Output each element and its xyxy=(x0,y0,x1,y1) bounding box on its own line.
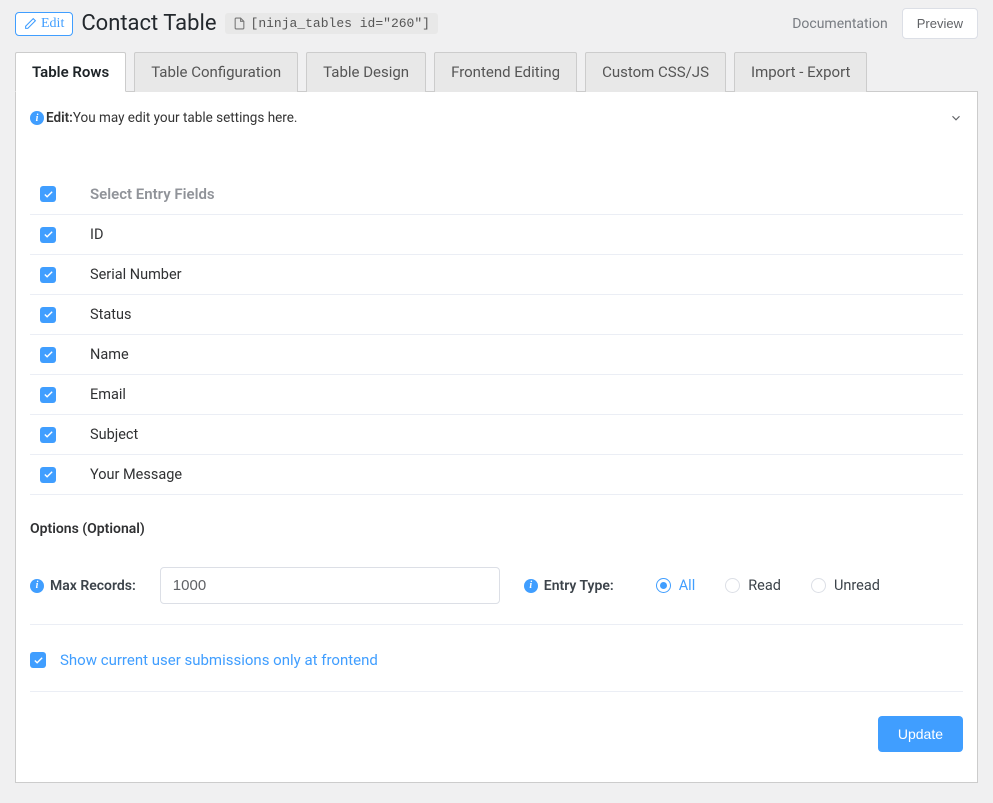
field-label: Name xyxy=(90,346,129,363)
radio-icon xyxy=(725,578,740,593)
field-label: Email xyxy=(90,386,126,403)
actions-row: Update xyxy=(30,716,963,752)
preview-button[interactable]: Preview xyxy=(902,8,978,39)
entry-type-read[interactable]: Read xyxy=(725,577,781,594)
tab-table-configuration[interactable]: Table Configuration xyxy=(134,52,298,92)
field-checkbox[interactable] xyxy=(40,467,56,483)
field-row: Subject xyxy=(30,415,963,455)
update-button[interactable]: Update xyxy=(878,716,963,752)
tabs-nav: Table Rows Table Configuration Table Des… xyxy=(15,51,978,92)
edit-title-button[interactable]: Edit xyxy=(15,12,73,36)
options-title: Options (Optional) xyxy=(30,521,963,537)
edit-hint[interactable]: i Edit: You may edit your table settings… xyxy=(30,106,963,132)
edit-hint-bold: Edit: xyxy=(46,110,73,126)
main-panel: i Edit: You may edit your table settings… xyxy=(15,92,978,783)
field-checkbox[interactable] xyxy=(40,307,56,323)
info-icon: i xyxy=(30,111,44,125)
field-row: Your Message xyxy=(30,455,963,495)
fields-header-row: Select Entry Fields xyxy=(30,174,963,215)
max-records-input[interactable] xyxy=(160,567,500,604)
show-current-row: Show current user submissions only at fr… xyxy=(30,651,963,692)
fields-list: Select Entry Fields ID Serial Number Sta… xyxy=(30,174,963,495)
tab-frontend-editing[interactable]: Frontend Editing xyxy=(434,52,577,92)
options-row: i Max Records: i Entry Type: All Read xyxy=(30,555,963,625)
entry-type-label: i Entry Type: xyxy=(524,578,614,594)
entry-type-radio-group: All Read Unread xyxy=(656,577,880,594)
info-icon: i xyxy=(30,579,44,593)
page-header: Edit Contact Table [ninja_tables id="260… xyxy=(15,0,978,51)
show-current-label[interactable]: Show current user submissions only at fr… xyxy=(60,651,378,669)
field-label: ID xyxy=(90,226,103,243)
chevron-down-icon xyxy=(949,111,963,125)
tab-table-rows[interactable]: Table Rows xyxy=(15,52,126,92)
fields-header-label: Select Entry Fields xyxy=(90,185,215,203)
field-checkbox[interactable] xyxy=(40,267,56,283)
radio-icon xyxy=(811,578,826,593)
field-row: Status xyxy=(30,295,963,335)
page-title: Contact Table xyxy=(81,11,216,36)
tab-import-export[interactable]: Import - Export xyxy=(734,52,867,92)
document-icon xyxy=(233,17,246,30)
show-current-checkbox[interactable] xyxy=(30,652,46,668)
field-checkbox[interactable] xyxy=(40,347,56,363)
field-label: Status xyxy=(90,306,131,323)
info-icon: i xyxy=(524,579,538,593)
edit-title-label: Edit xyxy=(41,16,64,32)
entry-type-all[interactable]: All xyxy=(656,577,696,594)
field-row: Name xyxy=(30,335,963,375)
field-checkbox[interactable] xyxy=(40,387,56,403)
shortcode-text: [ninja_tables id="260"] xyxy=(251,16,430,31)
radio-icon xyxy=(656,578,671,593)
field-row: Email xyxy=(30,375,963,415)
max-records-label: i Max Records: xyxy=(30,578,136,594)
field-checkbox[interactable] xyxy=(40,227,56,243)
pencil-icon xyxy=(24,17,37,30)
tab-custom-css-js[interactable]: Custom CSS/JS xyxy=(585,52,726,92)
shortcode-display[interactable]: [ninja_tables id="260"] xyxy=(225,13,438,34)
field-row: ID xyxy=(30,215,963,255)
field-row: Serial Number xyxy=(30,255,963,295)
field-label: Your Message xyxy=(90,466,182,483)
field-label: Subject xyxy=(90,426,138,443)
documentation-link[interactable]: Documentation xyxy=(792,16,888,32)
entry-type-unread[interactable]: Unread xyxy=(811,577,880,594)
select-all-checkbox[interactable] xyxy=(40,186,56,202)
field-checkbox[interactable] xyxy=(40,427,56,443)
tab-table-design[interactable]: Table Design xyxy=(306,52,426,92)
field-label: Serial Number xyxy=(90,266,182,283)
edit-hint-text: You may edit your table settings here. xyxy=(73,110,298,126)
